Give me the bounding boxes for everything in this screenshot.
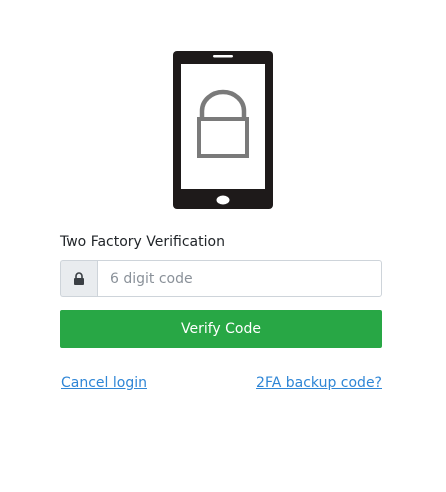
code-input-group <box>60 260 382 297</box>
verification-label: Two Factory Verification <box>60 234 225 250</box>
phone-lock-icon <box>173 51 273 209</box>
lock-icon <box>60 260 97 297</box>
cancel-login-link[interactable]: Cancel login <box>61 375 147 391</box>
verify-code-button[interactable]: Verify Code <box>60 310 382 348</box>
code-input[interactable] <box>97 260 382 297</box>
backup-code-link[interactable]: 2FA backup code? <box>256 375 382 391</box>
